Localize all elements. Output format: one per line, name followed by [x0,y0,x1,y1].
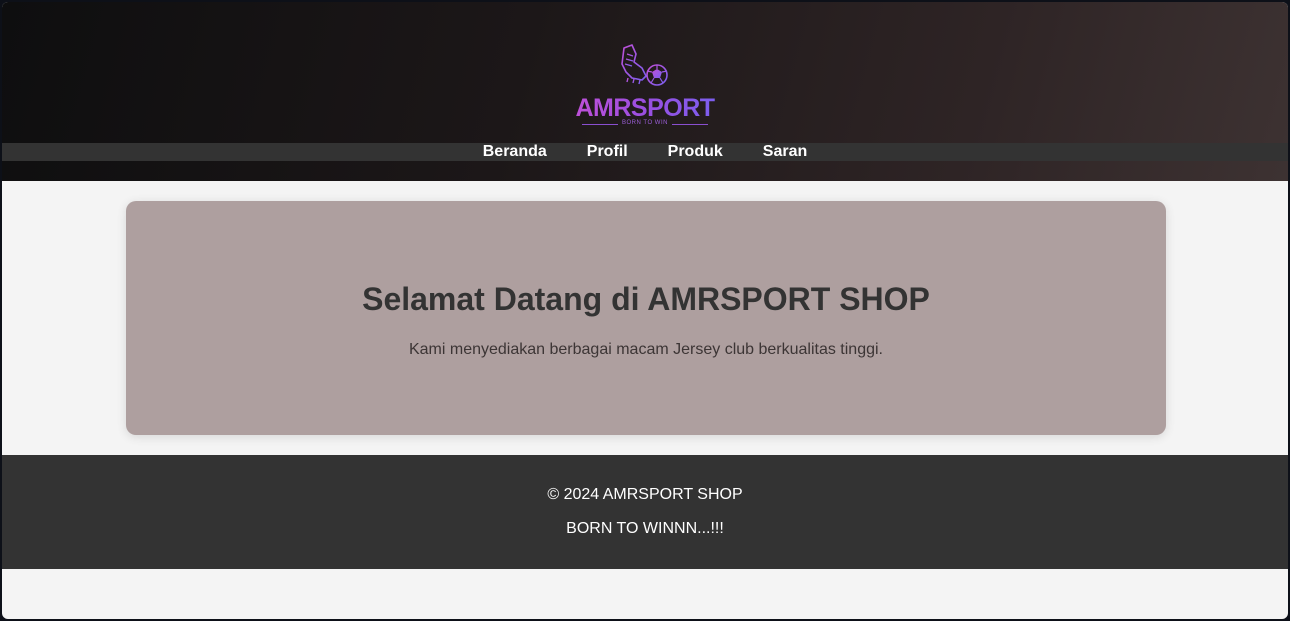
nav-links: Beranda Profil Produk Saran [2,143,1288,161]
nav-link-beranda[interactable]: Beranda [463,143,567,161]
footer-tagline: BORN TO WINNN...!!! [566,520,724,537]
nav-link-produk[interactable]: Produk [648,143,743,161]
nav-link-saran[interactable]: Saran [743,143,827,161]
site-header: AMRSPORT BORN TO WIN Beranda Profil Prod… [2,2,1288,181]
tagline-divider-right [672,124,708,125]
site-footer: © 2024 AMRSPORT SHOP BORN TO WINNN...!!! [2,455,1288,569]
nav-link-profil[interactable]: Profil [567,143,648,161]
brand-logo[interactable]: AMRSPORT BORN TO WIN [572,42,718,130]
footer-copyright: © 2024 AMRSPORT SHOP [547,486,743,503]
main-navigation: Beranda Profil Produk Saran [2,143,1288,161]
football-boot-ball-icon [621,44,668,86]
brand-name: AMRSPORT [572,94,718,123]
browser-viewport: AMRSPORT BORN TO WIN Beranda Profil Prod… [2,2,1288,619]
welcome-title: Selamat Datang di AMRSPORT SHOP [362,281,930,317]
brand-tagline: BORN TO WIN [622,120,668,126]
welcome-description: Kami menyediakan berbagai macam Jersey c… [408,341,883,358]
welcome-banner: Selamat Datang di AMRSPORT SHOP Kami men… [126,201,1166,435]
